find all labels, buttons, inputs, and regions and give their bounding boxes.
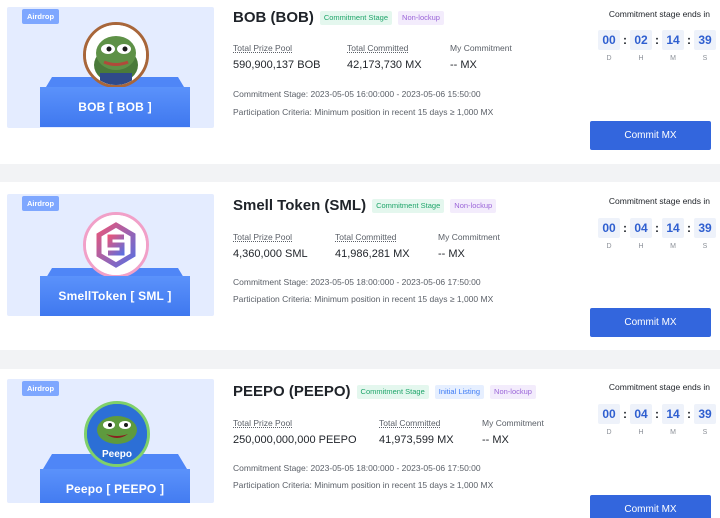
total-committed-label[interactable]: Total Committed — [379, 418, 454, 428]
total-committed-label[interactable]: Total Committed — [335, 232, 410, 242]
token-banner: Airdrop Peepo Peepo [ PEEPO ] — [7, 379, 214, 503]
participation-criteria: Participation Criteria: Minimum position… — [233, 294, 494, 304]
my-commitment-value: -- MX — [482, 434, 509, 446]
token-title: BOB (BOB) Commitment Stage Non-lockup — [233, 9, 444, 26]
sml-coin-logo — [83, 212, 149, 278]
my-commitment: My Commitment -- MX — [450, 43, 512, 71]
airdrop-tag: Airdrop — [22, 9, 60, 24]
countdown-timer: 00 D : 02 H : 14 M : 39 S — [598, 30, 716, 62]
token-name: PEEPO (PEEPO) — [233, 383, 351, 400]
token-name: Smell Token (SML) — [233, 197, 367, 214]
countdown-label: Commitment stage ends in — [608, 9, 710, 19]
my-commitment: My Commitment -- MX — [438, 232, 500, 260]
token-title: Smell Token (SML) Commitment Stage Non-l… — [233, 197, 497, 214]
countdown-hours: 02 H — [630, 30, 652, 62]
countdown-seconds: 39 S — [694, 404, 716, 436]
non-lockup-tag: Non-lockup — [450, 198, 497, 213]
total-prize-pool-value: 250,000,000,000 PEEPO — [233, 434, 357, 446]
countdown-seconds: 39 S — [694, 218, 716, 250]
countdown-label: Commitment stage ends in — [608, 196, 710, 206]
my-commitment-label: My Commitment — [438, 232, 500, 242]
launchpad-card-bob: Airdrop BOB [ BOB ] BOB (BOB) Commitment… — [0, 0, 720, 164]
total-prize-pool-label[interactable]: Total Prize Pool — [233, 418, 357, 428]
my-commitment-value: -- MX — [450, 59, 477, 71]
non-lockup-tag: Non-lockup — [490, 384, 536, 399]
my-commitment-label: My Commitment — [482, 418, 544, 428]
countdown-hours: 04 H — [630, 218, 652, 250]
countdown-label: Commitment stage ends in — [608, 382, 710, 392]
initial-listing-tag: Initial Listing — [434, 384, 485, 399]
non-lockup-tag: Non-lockup — [398, 10, 444, 25]
airdrop-tag: Airdrop — [22, 381, 60, 396]
total-prize-pool: Total Prize Pool 590,900,137 BOB — [233, 43, 320, 71]
token-title: PEEPO (PEEPO) Commitment Stage Initial L… — [233, 383, 536, 400]
bob-coin-logo — [83, 22, 149, 88]
token-box-label: SmellToken [ SML ] — [40, 276, 190, 316]
total-committed-value: 41,986,281 MX — [335, 248, 410, 260]
peepo-coin-text: Peepo — [102, 449, 132, 460]
peepo-coin-logo: Peepo — [84, 401, 150, 467]
total-prize-pool-value: 4,360,000 SML — [233, 248, 308, 260]
countdown-timer: 00 D : 04 H : 14 M : 39 S — [598, 404, 716, 436]
my-commitment-value: -- MX — [438, 248, 465, 260]
countdown-timer: 00 D : 04 H : 14 M : 39 S — [598, 218, 716, 250]
commit-mx-button[interactable]: Commit MX — [590, 308, 711, 337]
countdown-minutes: 14 M — [662, 30, 684, 62]
commitment-stage-tag: Commitment Stage — [319, 10, 393, 25]
token-box-label: BOB [ BOB ] — [40, 87, 190, 127]
smell-token-logo-icon — [86, 215, 146, 275]
my-commitment: My Commitment -- MX — [482, 418, 544, 446]
total-committed-value: 42,173,730 MX — [347, 59, 422, 71]
countdown-hours: 04 H — [630, 404, 652, 436]
launchpad-card-peepo: Airdrop Peepo Peepo [ PEEPO ] PEEPO (PEE… — [0, 369, 720, 518]
token-banner: Airdrop SmellToken [ SML ] — [7, 194, 214, 316]
total-committed: Total Committed 42,173,730 MX — [347, 43, 422, 71]
total-committed-label[interactable]: Total Committed — [347, 43, 422, 53]
total-prize-pool-label[interactable]: Total Prize Pool — [233, 232, 308, 242]
launchpad-card-sml: Airdrop SmellToken [ SML ] Smell Token (… — [0, 182, 720, 350]
commitment-stage-time: Commitment Stage: 2023-05-05 18:00:000 -… — [233, 463, 481, 473]
commitment-stage-time: Commitment Stage: 2023-05-05 18:00:000 -… — [233, 277, 481, 287]
commitment-stage-tag: Commitment Stage — [356, 384, 429, 399]
participation-criteria: Participation Criteria: Minimum position… — [233, 107, 494, 117]
total-prize-pool: Total Prize Pool 4,360,000 SML — [233, 232, 308, 260]
countdown-days: 00 D — [598, 30, 620, 62]
total-committed-value: 41,973,599 MX — [379, 434, 454, 446]
token-box-label: Peepo [ PEEPO ] — [40, 469, 190, 503]
countdown-minutes: 14 M — [662, 404, 684, 436]
airdrop-tag: Airdrop — [22, 196, 60, 211]
participation-criteria: Participation Criteria: Minimum position… — [233, 480, 494, 490]
countdown-minutes: 14 M — [662, 218, 684, 250]
total-prize-pool-value: 590,900,137 BOB — [233, 59, 321, 71]
my-commitment-label: My Commitment — [450, 43, 512, 53]
total-committed: Total Committed 41,973,599 MX — [379, 418, 454, 446]
commit-mx-button[interactable]: Commit MX — [590, 121, 711, 150]
commitment-stage-tag: Commitment Stage — [372, 198, 445, 213]
countdown-days: 00 D — [598, 218, 620, 250]
total-prize-pool-label[interactable]: Total Prize Pool — [233, 43, 320, 53]
total-committed: Total Committed 41,986,281 MX — [335, 232, 410, 260]
pepe-face-icon — [86, 25, 146, 85]
commit-mx-button[interactable]: Commit MX — [590, 495, 711, 518]
total-prize-pool: Total Prize Pool 250,000,000,000 PEEPO — [233, 418, 357, 446]
countdown-seconds: 39 S — [694, 30, 716, 62]
countdown-days: 00 D — [598, 404, 620, 436]
commitment-stage-time: Commitment Stage: 2023-05-05 16:00:000 -… — [233, 89, 481, 99]
token-name: BOB (BOB) — [233, 9, 314, 26]
token-banner: Airdrop BOB [ BOB ] — [7, 7, 214, 128]
peepo-frog-icon: Peepo — [87, 404, 147, 464]
